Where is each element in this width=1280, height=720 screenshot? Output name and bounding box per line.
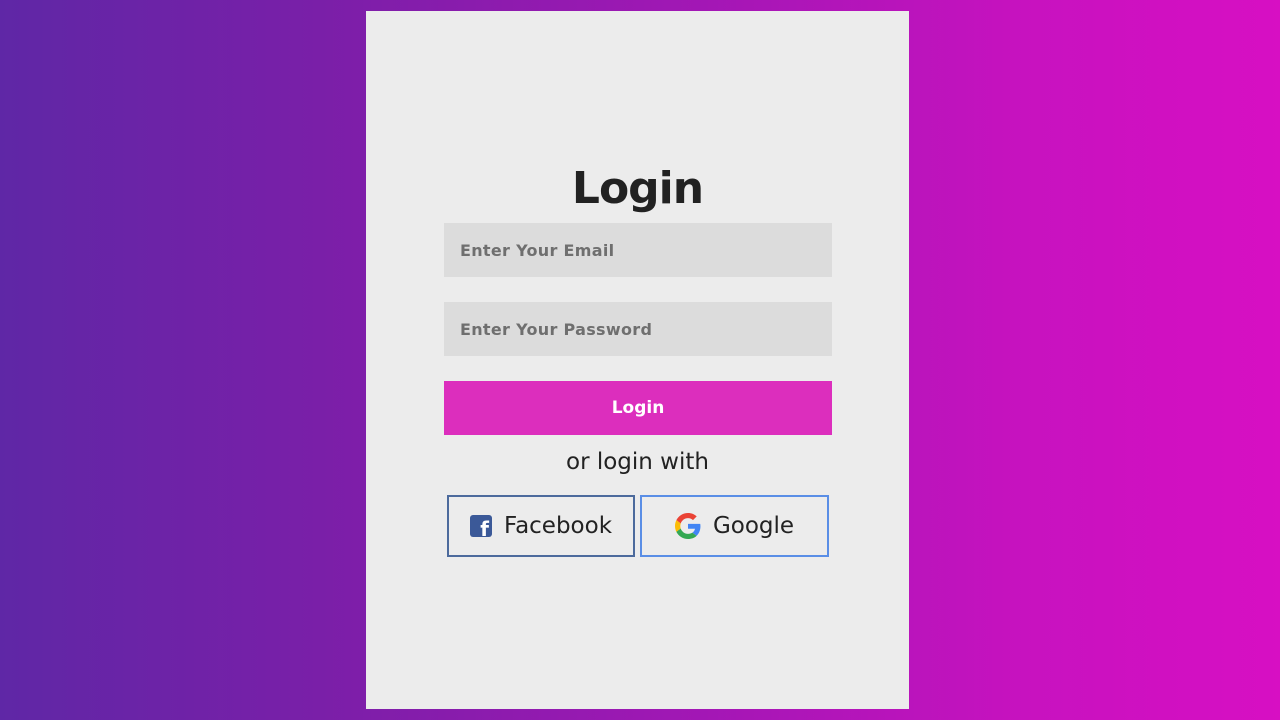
facebook-login-label: Facebook: [503, 513, 613, 539]
facebook-login-button[interactable]: f Facebook: [447, 495, 635, 557]
google-icon: [674, 513, 701, 539]
page-title: Login: [571, 163, 704, 214]
google-login-label: Google: [712, 513, 795, 539]
page-background: { "login_form": { "title": "Login", "ema…: [0, 0, 1280, 720]
email-input[interactable]: [444, 223, 832, 277]
login-button[interactable]: Login: [444, 381, 832, 435]
or-login-with-text: or login with: [566, 449, 709, 475]
google-login-button[interactable]: Google: [640, 495, 829, 557]
login-button-label: Login: [611, 398, 665, 418]
login-card: Login Login or login with f Facebook Goo…: [366, 11, 909, 709]
facebook-icon: f: [469, 515, 492, 537]
password-input[interactable]: [444, 302, 832, 356]
